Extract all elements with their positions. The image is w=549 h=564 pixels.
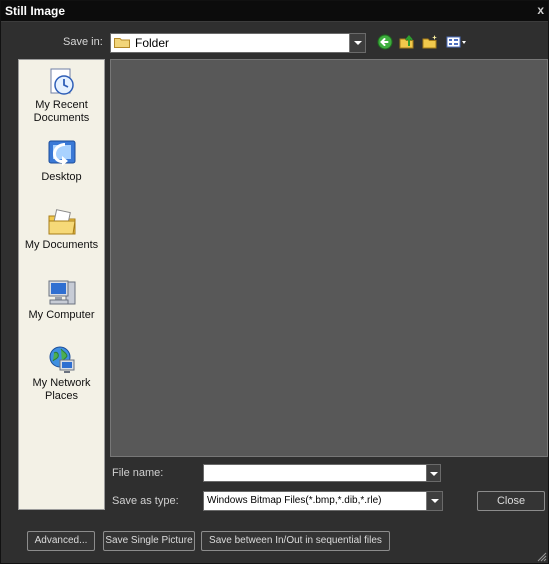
save-as-type-value: Windows Bitmap Files(*.bmp,*.dib,*.rle) [207,495,382,506]
back-icon[interactable] [377,34,393,50]
close-button[interactable]: Close [477,491,545,511]
desktop-icon [48,140,75,166]
file-name-input[interactable] [203,464,427,482]
still-image-dialog: Still Image x Save in: Folder My Recent … [0,0,549,564]
place-my-recent-documents[interactable]: My Recent Documents [19,66,104,125]
advanced-button[interactable]: Advanced... [27,531,95,551]
save-in-label: Save in: [63,36,103,48]
save-in-value: Folder [135,36,170,50]
network-places-icon [49,346,74,373]
title-bar: Still Image x [1,1,548,22]
places-bar: My Recent Documents Desktop My Documents [18,59,105,510]
save-single-picture-button[interactable]: Save Single Picture [103,531,195,551]
new-folder-icon[interactable] [422,34,438,50]
view-menu-icon[interactable] [446,34,468,50]
save-as-type-dropdown[interactable]: Windows Bitmap Files(*.bmp,*.dib,*.rle) [203,491,443,511]
resize-grip-icon[interactable] [535,550,547,562]
recent-documents-icon [50,68,74,95]
place-my-network-places[interactable]: My Network Places [19,344,104,403]
save-in-dropdown[interactable]: Folder [110,33,366,53]
chevron-down-icon[interactable] [426,492,442,510]
place-desktop[interactable]: Desktop [19,138,104,184]
my-documents-icon [48,209,76,235]
window-title: Still Image [5,4,66,18]
place-my-computer[interactable]: My Computer [19,276,104,322]
file-name-dropdown-chevron-icon[interactable] [426,464,441,482]
chevron-down-icon[interactable] [349,34,365,52]
up-folder-icon[interactable] [399,34,415,50]
my-computer-icon [48,280,75,305]
place-my-documents[interactable]: My Documents [19,206,104,252]
folder-icon [114,38,130,48]
file-list-view[interactable] [110,59,548,457]
save-as-type-label: Save as type: [112,495,179,507]
save-sequential-files-button[interactable]: Save between In/Out in sequential files [201,531,390,551]
file-name-label: File name: [112,467,164,479]
close-window-icon[interactable]: x [537,3,544,17]
